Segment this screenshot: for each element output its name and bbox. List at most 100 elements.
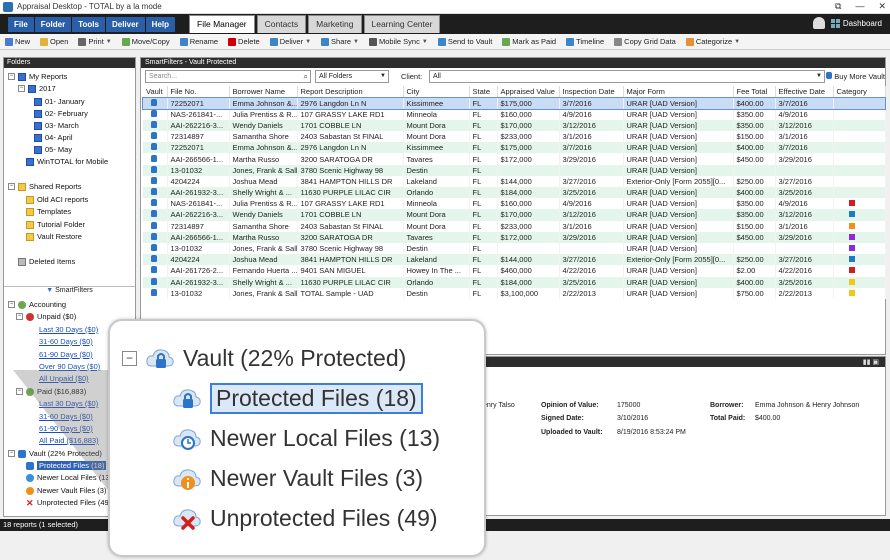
tree-month-march[interactable]: 03- March [34,121,79,130]
collapse-toggle[interactable]: − [8,73,15,80]
smartfilters-bar[interactable]: ▼ SmartFilters [4,286,135,295]
table-cell: FL [469,254,498,266]
column-header[interactable]: State [469,86,498,98]
deliver-button[interactable]: Deliver ▼ [265,37,316,46]
timeline-button[interactable]: Timeline [561,37,609,46]
print-button[interactable]: Print ▼ [73,37,116,46]
table-row[interactable]: AAI-266566-1... Martha Russo 3200 SARATOGA… [143,231,886,243]
buy-more-vault-link[interactable]: Buy More Vault [826,72,885,81]
copy-grid-data-button[interactable]: Copy Grid Data [609,37,681,46]
tree-shared-reports[interactable]: − Shared Reports [8,182,82,191]
search-input[interactable]: Search... ⌕ [145,70,311,83]
menu-help[interactable]: Help [145,16,176,32]
tree-old-aci[interactable]: Old ACI reports [26,195,88,204]
table-row[interactable]: AAI-262216-3... Wendy Daniels 1701 COBBLE … [143,209,886,221]
mobile-sync-button[interactable]: Mobile Sync ▼ [364,37,433,46]
delete-button[interactable]: Delete [223,37,265,46]
tree-unpaid-31-60[interactable]: 31-60 Days ($0) [39,337,93,346]
column-header[interactable]: File No. [167,86,230,98]
table-row[interactable]: NAS-261841-... Julia Prentiss & R... 107 G… [143,198,886,210]
folder-filter-select[interactable]: All Folders ▼ [315,70,389,83]
collapse-toggle[interactable]: − [18,85,25,92]
tab-file-manager[interactable]: File Manager [189,15,255,33]
column-header[interactable]: Report Description [297,86,404,98]
pie-icon [18,300,26,309]
tree-month-may[interactable]: 05- May [34,145,72,154]
search-icon[interactable]: ⌕ [304,71,308,82]
tree-unpaid-61-90[interactable]: 61-90 Days ($0) [39,350,93,359]
tree-tutorial[interactable]: Tutorial Folder [26,220,85,229]
menu-tools[interactable]: Tools [72,16,105,32]
column-header[interactable]: Inspection Date [559,86,624,98]
table-cell: FL [469,131,498,143]
user-icon[interactable] [812,17,825,29]
table-cell [559,242,624,255]
move-copy-button[interactable]: Move/Copy [117,37,175,46]
tree-unpaid[interactable]: − Unpaid ($0) [16,312,76,321]
close-icon[interactable]: ✕ [878,1,886,12]
table-row[interactable]: 13-01032 Jones, Frank & Sally 3780 Scenic … [143,242,886,255]
table-row[interactable]: 72314897 Samantha Shore 2403 Sabastan St F… [143,131,886,143]
tree-month-january[interactable]: 01- January [34,97,85,106]
table-row[interactable]: 4204224 Joshua Mead 3841 HAMPTON HILLS DR L… [143,175,886,187]
table-row[interactable]: AAI-266566-1... Martha Russo 3200 SARATOGA… [143,153,886,165]
menu-folder[interactable]: Folder [34,16,72,32]
column-header[interactable]: Category [833,86,886,98]
table-row[interactable]: 13-01032 Jones, Frank & Sally TOTAL Sample… [143,287,886,299]
open-button[interactable]: Open [35,37,73,46]
table-row[interactable]: AAI-261932-3... Shelly Wright & ... 11630 … [143,187,886,199]
tree-my-reports[interactable]: − My Reports [8,72,67,81]
table-row[interactable]: 4204224 Joshua Mead 3841 HAMPTON HILLS DR L… [143,254,886,266]
tree-accounting[interactable]: − Accounting [8,300,66,309]
mark-as-paid-button[interactable]: Mark as Paid [497,37,561,46]
categorize-button[interactable]: Categorize ▼ [681,37,745,46]
tree-templates[interactable]: Templates [26,207,71,216]
table-row[interactable]: 13-01032 Jones, Frank & Sally 3780 Scenic … [143,164,886,176]
table-row[interactable]: 72252071 Emma Johnson &... 2976 Langdon Ln… [143,142,886,154]
menu-deliver[interactable]: Deliver [105,16,145,32]
restore-icon[interactable]: ⧉ [835,1,841,12]
table-row[interactable]: 72252071 Emma Johnson &... 2976 Langdon Ln… [142,96,886,110]
column-header[interactable]: Borrower Name [229,86,298,98]
table-row[interactable]: AAI-261726-2... Fernando Huerta ... 9401 S… [143,265,886,277]
collapse-toggle[interactable]: − [16,313,23,320]
tree-year[interactable]: − 2017 [18,84,56,93]
client-filter-select[interactable]: All ▼ [429,70,825,83]
toolbar-label: Share [331,37,352,46]
table-cell: Emma Johnson &... [229,97,298,109]
tree-deleted-items[interactable]: Deleted Items [18,257,75,266]
tree-wintotal-mobile[interactable]: WinTOTAL for Mobile [26,157,108,166]
send-to-vault-button[interactable]: Send to Vault [433,37,497,46]
table-cell: 3/12/2016 [559,209,624,221]
chevron-down-icon: ▼ [305,38,312,45]
new-button[interactable]: New [0,37,35,46]
column-header[interactable]: Appraised Value [497,86,560,98]
table-row[interactable]: AAI-261932-3... Shelly Wright & ... 11630 … [143,276,886,288]
tree-month-february[interactable]: 02- February [34,109,88,118]
tab-learning-center[interactable]: Learning Center [363,15,441,33]
column-header[interactable]: City [403,86,470,98]
panel-controls-icon[interactable]: ▮▮ ▣ [863,358,879,366]
column-header[interactable]: Major Form [623,86,734,98]
tree-vault-unprotected[interactable]: ✕ Unprotected Files (49) [26,498,111,507]
column-header[interactable]: Effective Date [775,86,834,98]
column-header[interactable]: Fee Total [733,86,776,98]
table-cell: Exterior-Only [Form 2055][0... [623,254,734,266]
minimize-icon[interactable]: — [855,1,864,12]
app-icon [3,1,13,12]
tree-vault-restore[interactable]: Vault Restore [26,232,82,241]
tree-month-april[interactable]: 04- April [34,133,73,142]
table-row[interactable]: AAI-262216-3... Wendy Daniels 1701 COBBLE … [143,119,886,132]
table-row[interactable]: 72314897 Samantha Shore 2403 Sabastan St F… [143,220,886,232]
rename-button[interactable]: Rename [175,37,223,46]
table-row[interactable]: NAS-261841-... Julia Prentiss & R... 107 G… [143,108,886,120]
tab-contacts[interactable]: Contacts [256,15,307,33]
menu-file[interactable]: File [8,16,34,32]
collapse-toggle[interactable]: − [8,183,15,190]
tab-marketing[interactable]: Marketing [308,15,362,33]
tree-unpaid-last30[interactable]: Last 30 Days ($0) [39,325,98,334]
collapse-toggle[interactable]: − [8,301,15,308]
column-header[interactable]: Vault [143,86,168,98]
dashboard-button[interactable]: Dashboard [830,18,882,28]
share-button[interactable]: Share ▼ [316,37,364,46]
